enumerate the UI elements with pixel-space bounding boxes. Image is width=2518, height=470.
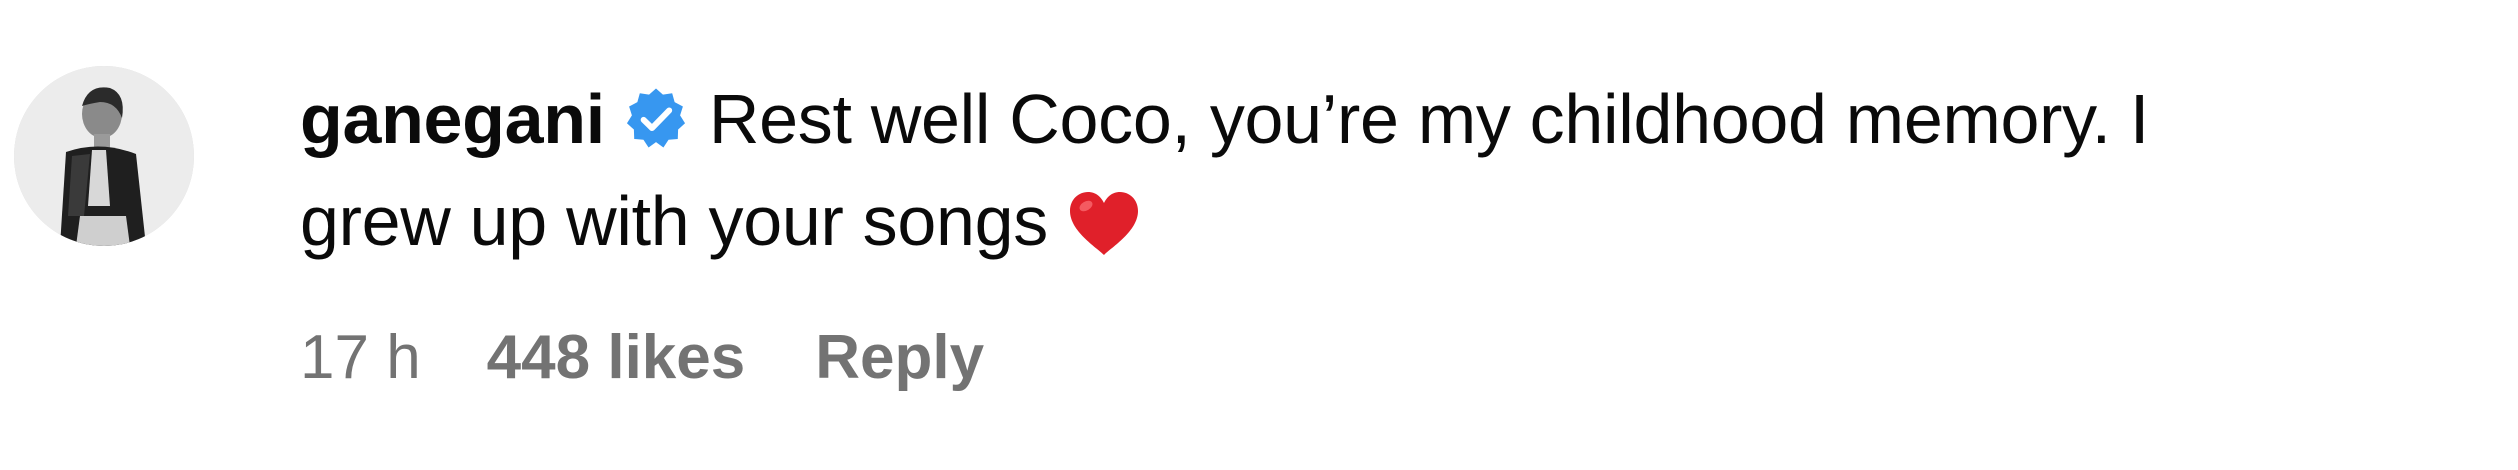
likes-count[interactable]: 448 likes — [487, 323, 746, 392]
comment-line-2: grew up with your songs — [300, 170, 2480, 272]
timestamp: 17 h — [300, 323, 421, 392]
profile-photo — [14, 66, 194, 246]
verified-badge-icon — [623, 86, 689, 152]
comment-line-1: ganegani Rest well Coco, you’re my childh… — [300, 68, 2480, 170]
comment-text-continued: grew up with your songs — [300, 182, 1048, 260]
comment-text: Rest well Coco, you’re my childhood memo… — [708, 80, 2150, 158]
red-heart-emoji — [1066, 189, 1142, 259]
avatar[interactable] — [14, 66, 194, 246]
comment: ganegani Rest well Coco, you’re my childh… — [0, 0, 2518, 470]
username-link[interactable]: ganegani — [300, 80, 605, 158]
reply-button[interactable]: Reply — [815, 323, 984, 392]
comment-body: ganegani Rest well Coco, you’re my childh… — [300, 68, 2480, 272]
comment-meta: 17 h 448 likes Reply — [300, 318, 984, 398]
